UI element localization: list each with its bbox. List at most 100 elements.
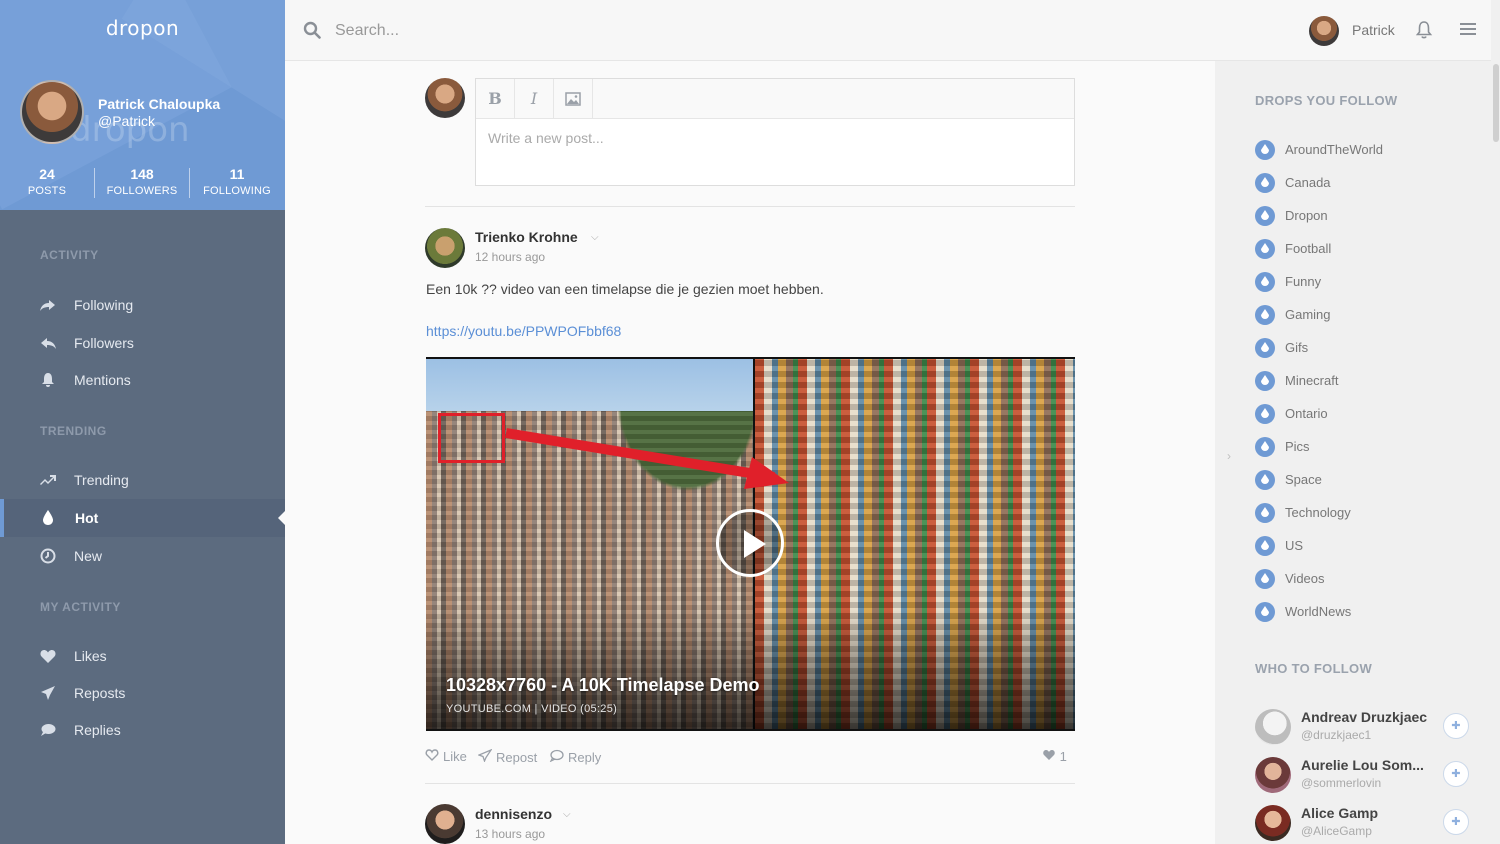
nav-item-mentions[interactable]: Mentions — [0, 361, 285, 399]
new-post-textarea[interactable] — [476, 120, 1074, 185]
italic-button[interactable]: I — [515, 79, 554, 118]
post-timestamp[interactable]: 12 hours ago — [475, 250, 545, 264]
chevron-down-icon[interactable]: ⌵ — [563, 809, 571, 820]
drop-item[interactable]: Dropon — [1255, 206, 1475, 228]
post-author-avatar[interactable] — [425, 228, 465, 268]
chat-bubble-icon — [549, 749, 564, 765]
nav-item-label: Trending — [74, 472, 129, 488]
drop-item[interactable]: US — [1255, 536, 1475, 558]
suggested-user[interactable]: Aurelie Lou Som... @sommerlovin ✚ — [1255, 757, 1475, 797]
nav-item-followers[interactable]: Followers — [0, 324, 285, 362]
red-arrow-graphic — [505, 428, 789, 489]
add-user-icon: ✚ — [1451, 816, 1461, 828]
sidebar: dropon dropon Patrick Chaloupka @Patrick… — [0, 0, 285, 844]
nav-item-label: Likes — [74, 648, 107, 664]
drop-item[interactable]: Gifs — [1255, 338, 1475, 360]
drop-item[interactable]: Canada — [1255, 173, 1475, 195]
stat-posts[interactable]: 24 POSTS — [0, 166, 94, 197]
video-title[interactable]: 10328x7760 - A 10K Timelapse Demo — [446, 675, 760, 696]
drop-item[interactable]: Videos — [1255, 569, 1475, 591]
nav-item-following[interactable]: Following — [0, 286, 285, 324]
nav-item-reposts[interactable]: Reposts — [0, 674, 285, 712]
nav-heading-trending: TRENDING — [40, 424, 107, 438]
bold-button[interactable]: B — [476, 79, 515, 118]
like-button[interactable]: Like — [425, 749, 467, 764]
stat-followers[interactable]: 148 FOLLOWERS — [95, 166, 189, 197]
insert-image-button[interactable] — [554, 79, 593, 118]
nav-item-label: Reposts — [74, 685, 126, 701]
reply-label: Reply — [568, 750, 602, 765]
composer-toolbar: B I — [476, 79, 1074, 119]
suggested-user-avatar[interactable] — [1255, 709, 1291, 745]
suggested-user-name[interactable]: Andreav Druzkjaec — [1301, 709, 1427, 725]
user-avatar[interactable] — [1309, 16, 1339, 46]
follow-user-button[interactable]: ✚ — [1443, 713, 1469, 739]
post-author-name[interactable]: Trienko Krohne — [475, 229, 578, 245]
suggested-user[interactable]: Andreav Druzkjaec @druzkjaec1 ✚ — [1255, 709, 1475, 749]
drop-item[interactable]: Funny — [1255, 272, 1475, 294]
drop-icon — [1255, 437, 1275, 457]
hamburger-menu-icon[interactable] — [1459, 21, 1477, 37]
nav-heading-activity: ACTIVITY — [40, 248, 99, 262]
drop-icon — [1255, 140, 1275, 160]
play-button[interactable] — [716, 509, 784, 577]
composer-avatar — [425, 78, 465, 118]
nav-item-new[interactable]: New — [0, 537, 285, 575]
drop-icon — [1255, 602, 1275, 622]
drop-item[interactable]: AroundTheWorld — [1255, 140, 1475, 162]
video-source: YOUTUBE.COM | VIDEO (05:25) — [446, 703, 618, 715]
repost-button[interactable]: Repost — [477, 748, 537, 765]
notifications-bell-icon[interactable] — [1415, 20, 1433, 40]
drop-item[interactable]: Gaming — [1255, 305, 1475, 327]
nav-item-trending[interactable]: Trending — [0, 461, 285, 499]
profile-avatar[interactable] — [20, 80, 84, 144]
user-menu-name[interactable]: Patrick — [1352, 22, 1395, 38]
stat-following-label: FOLLOWING — [203, 185, 271, 197]
nav-item-hot[interactable]: Hot — [0, 499, 285, 537]
drop-item-label: Minecraft — [1285, 373, 1339, 388]
reply-button[interactable]: Reply — [549, 749, 601, 765]
nav-item-likes[interactable]: Likes — [0, 637, 285, 675]
scrollbar[interactable] — [1491, 0, 1500, 844]
divider — [425, 206, 1075, 207]
post-timestamp[interactable]: 13 hours ago — [475, 827, 545, 841]
post-author-name[interactable]: dennisenzo — [475, 806, 552, 822]
chevron-down-icon[interactable]: ⌵ — [591, 232, 599, 243]
heart-icon — [1042, 749, 1060, 764]
chevron-right-icon[interactable]: › — [1227, 449, 1231, 463]
like-label: Like — [443, 749, 467, 764]
drop-item[interactable]: Ontario — [1255, 404, 1475, 426]
highlight-box — [438, 413, 505, 463]
drop-icon — [1255, 272, 1275, 292]
drop-item[interactable]: Minecraft — [1255, 371, 1475, 393]
post-link[interactable]: https://youtu.be/PPWPOFbbf68 — [426, 323, 621, 339]
follow-user-button[interactable]: ✚ — [1443, 809, 1469, 835]
drop-icon — [1255, 338, 1275, 358]
suggested-user[interactable]: Alice Gamp @AliceGamp ✚ — [1255, 805, 1475, 844]
heart-icon — [39, 647, 57, 665]
profile-name[interactable]: Patrick Chaloupka — [98, 96, 220, 112]
drop-item[interactable]: Pics — [1255, 437, 1475, 459]
search-icon[interactable] — [303, 21, 321, 39]
like-count[interactable]: 1 — [1042, 749, 1067, 764]
app-logo[interactable]: dropon — [0, 16, 285, 40]
stat-following[interactable]: 11 FOLLOWING — [190, 166, 284, 197]
nav-item-replies[interactable]: Replies — [0, 711, 285, 749]
suggested-user-name[interactable]: Alice Gamp — [1301, 805, 1378, 821]
post-text: Een 10k ?? video van een timelapse die j… — [426, 281, 824, 297]
drop-item-label: Pics — [1285, 439, 1310, 454]
drop-item[interactable]: WorldNews — [1255, 602, 1475, 624]
drop-item[interactable]: Space — [1255, 470, 1475, 492]
video-embed[interactable]: 10328x7760 - A 10K Timelapse Demo YOUTUB… — [426, 357, 1075, 731]
suggested-user-avatar[interactable] — [1255, 805, 1291, 841]
drop-item[interactable]: Technology — [1255, 503, 1475, 525]
suggested-user-name[interactable]: Aurelie Lou Som... — [1301, 757, 1424, 773]
scrollbar-thumb[interactable] — [1493, 64, 1499, 142]
suggested-user-avatar[interactable] — [1255, 757, 1291, 793]
follow-user-button[interactable]: ✚ — [1443, 761, 1469, 787]
nav-item-label: Following — [74, 297, 134, 313]
search-input[interactable] — [335, 18, 735, 44]
drop-icon — [1255, 503, 1275, 523]
post-author-avatar[interactable] — [425, 804, 465, 844]
drop-item[interactable]: Football — [1255, 239, 1475, 261]
